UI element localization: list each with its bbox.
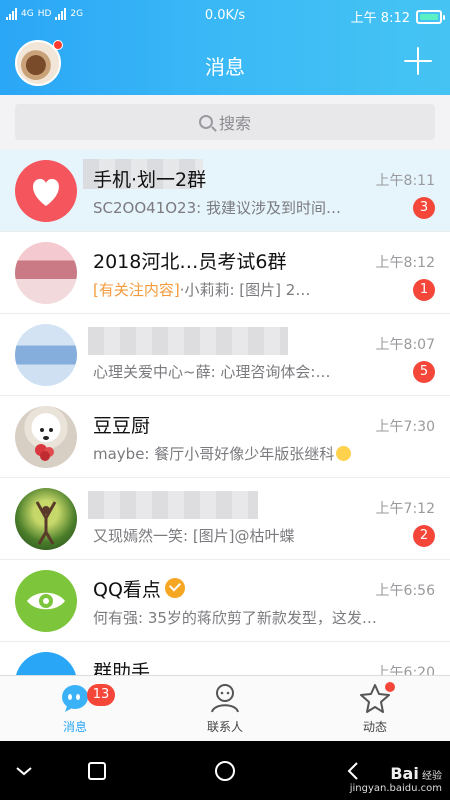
conversation-row[interactable]: 豆豆厨 maybe: 餐厅小哥好像少年版张继科 上午7:30	[0, 396, 450, 478]
tab-label: 消息	[62, 720, 87, 734]
verified-icon	[164, 578, 185, 598]
group-avatar	[15, 242, 77, 304]
conversation-time: 上午7:12	[375, 501, 435, 517]
unread-badge: 3	[413, 197, 435, 219]
page-title: 消息	[205, 55, 245, 79]
tab-label: 动态	[362, 720, 387, 734]
group-avatar	[15, 324, 77, 386]
tab-messages[interactable]: 消息 13	[25, 682, 125, 738]
tab-unread-badge: 13	[87, 684, 115, 706]
search-area: 搜索	[0, 95, 450, 150]
search-placeholder: 搜索	[218, 114, 251, 133]
tab-label: 联系人	[206, 720, 243, 734]
heart-icon	[15, 160, 77, 222]
chat-icon	[59, 682, 91, 714]
eye-icon	[15, 570, 77, 632]
conversation-time: 上午8:12	[375, 255, 435, 271]
search-input[interactable]: 搜索	[15, 104, 435, 140]
conversation-preview: 何有强: 35岁的蒋欣剪了新款发型，这发…	[93, 609, 377, 627]
conversation-row[interactable]: 手机·划一2群 SC2OO41O23: 我建议涉及到时间… 上午8:11 3	[0, 150, 450, 232]
group-helper-icon	[15, 652, 77, 675]
conversation-preview: [有关注内容]·小莉莉: [图片] 2…	[93, 281, 311, 299]
preview-tag: [有关注内容]	[93, 281, 180, 299]
conversation-name: QQ看点	[93, 575, 185, 602]
unread-badge: 5	[413, 361, 435, 383]
tab-contacts[interactable]: 联系人	[175, 682, 275, 738]
chevron-down-icon[interactable]	[10, 757, 38, 785]
bottom-tab-bar: 消息 13 联系人 动态	[0, 675, 450, 741]
status-bar: 4G HD 2G 0.0K/s 上午 8:12	[0, 0, 450, 32]
conversation-row[interactable]: 2018河北…员考试6群 [有关注内容]·小莉莉: [图片] 2… 上午8:12…	[0, 232, 450, 314]
notification-dot	[53, 40, 63, 50]
watermark: Bai 经验 jingyan.baidu.com	[349, 764, 442, 794]
conversation-row[interactable]: 群助手 上午6:20	[0, 642, 450, 675]
conversation-time: 上午8:07	[375, 337, 435, 353]
conversation-name: 豆豆厨	[93, 415, 151, 437]
conversation-row[interactable]: QQ看点 何有强: 35岁的蒋欣剪了新款发型，这发… 上午6:56	[0, 560, 450, 642]
notification-dot	[385, 682, 395, 692]
conversation-time: 上午8:11	[375, 173, 435, 189]
battery-icon	[416, 9, 445, 24]
conversation-list[interactable]: 手机·划一2群 SC2OO41O23: 我建议涉及到时间… 上午8:11 3 2…	[0, 150, 450, 675]
conversation-preview: SC2OO41O23: 我建议涉及到时间…	[93, 199, 341, 217]
conversation-name: 群助手	[93, 661, 151, 675]
conversation-preview: 又现嫣然一笑: [图片]@枯叶蝶	[93, 527, 295, 545]
yoga-avatar	[15, 488, 77, 550]
system-nav-bar: Bai 经验 jingyan.baidu.com	[0, 741, 450, 800]
smile-emoji-icon	[336, 446, 352, 461]
conversation-time: 上午6:20	[375, 665, 435, 675]
conversation-preview: maybe: 餐厅小哥好像少年版张继科	[93, 443, 352, 464]
clock: 上午 8:12	[350, 11, 410, 26]
conversation-row[interactable]: 心理关爱中心~薛: 心理咨询体会:… 上午8:07 5	[0, 314, 450, 396]
search-icon	[198, 115, 213, 129]
top-header: 4G HD 2G 0.0K/s 上午 8:12 消息	[0, 0, 450, 95]
conversation-name: 手机·划一2群	[83, 159, 206, 192]
unread-badge: 1	[413, 279, 435, 301]
conversation-row[interactable]: 又现嫣然一笑: [图片]@枯叶蝶 上午7:12 2	[0, 478, 450, 560]
contacts-icon	[209, 682, 241, 714]
status-right: 上午 8:12	[350, 7, 445, 26]
conversation-name: 2018河北…员考试6群	[93, 251, 287, 273]
tab-feeds[interactable]: 动态	[325, 682, 425, 738]
star-icon	[359, 682, 395, 714]
add-plus-button[interactable]	[404, 47, 432, 75]
conversation-time: 上午7:30	[375, 419, 435, 435]
unread-badge: 2	[413, 525, 435, 547]
conversation-time: 上午6:56	[375, 583, 435, 599]
dog-avatar	[15, 406, 77, 468]
conversation-preview: 心理关爱中心~薛: 心理咨询体会:…	[93, 363, 331, 381]
recent-apps-button[interactable]	[83, 757, 111, 785]
home-button[interactable]	[211, 757, 239, 785]
